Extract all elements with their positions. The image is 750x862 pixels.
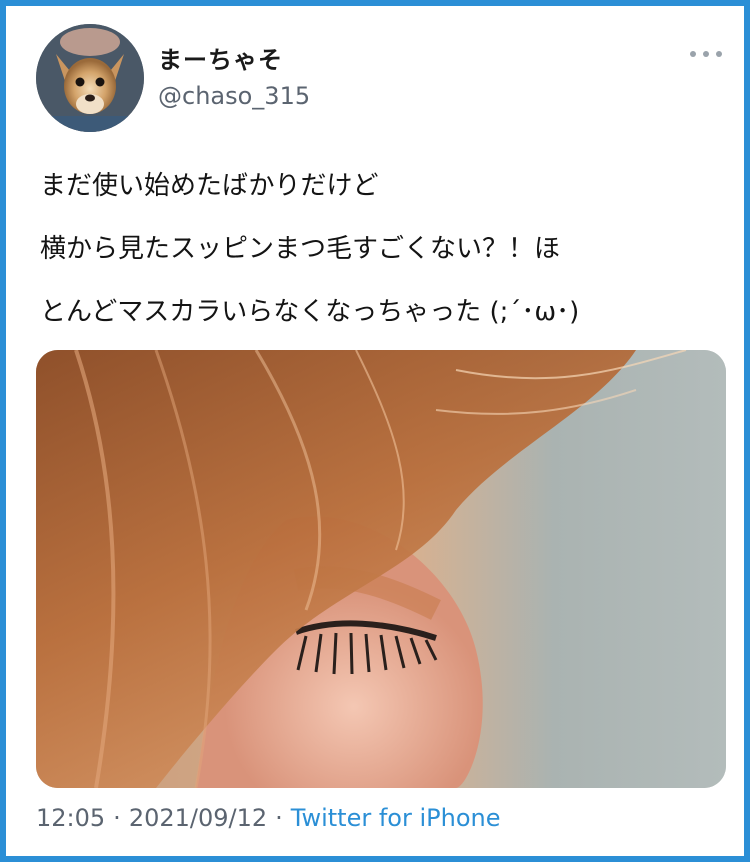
tweet-text-line: とんどマスカラいらなくなっちゃった (;´･ω･) [40,297,580,327]
tweet-date: 2021/09/12 [128,804,268,832]
tweet-time: 12:05 [36,804,106,832]
display-name[interactable]: まーちゃそ [158,40,283,75]
tweet-card: まーちゃそ @chaso_315 まだ使い始めたばかりだけど 横から見たスッピン… [0,0,750,862]
dot [703,51,709,57]
separator: · [113,804,121,832]
avatar[interactable] [36,24,144,132]
more-horizontal-icon[interactable] [690,46,722,62]
tweet-meta: 12:05 · 2021/09/12 · Twitter for iPhone [36,804,501,832]
tweet-text-line: まだ使い始めたばかりだけど [40,171,379,201]
tweet-text-line: 横から見たスッピンまつ毛すごくない？！ほ [40,234,561,264]
tweet-photo[interactable] [36,350,726,788]
dot [716,51,722,57]
tweet-source-link[interactable]: Twitter for iPhone [291,804,501,832]
separator: · [275,804,283,832]
tweet-text: まだ使い始めたばかりだけど 横から見たスッピンまつ毛すごくない？！ほ とんどマス… [40,166,730,355]
user-handle[interactable]: @chaso_315 [158,82,310,110]
dot [690,51,696,57]
